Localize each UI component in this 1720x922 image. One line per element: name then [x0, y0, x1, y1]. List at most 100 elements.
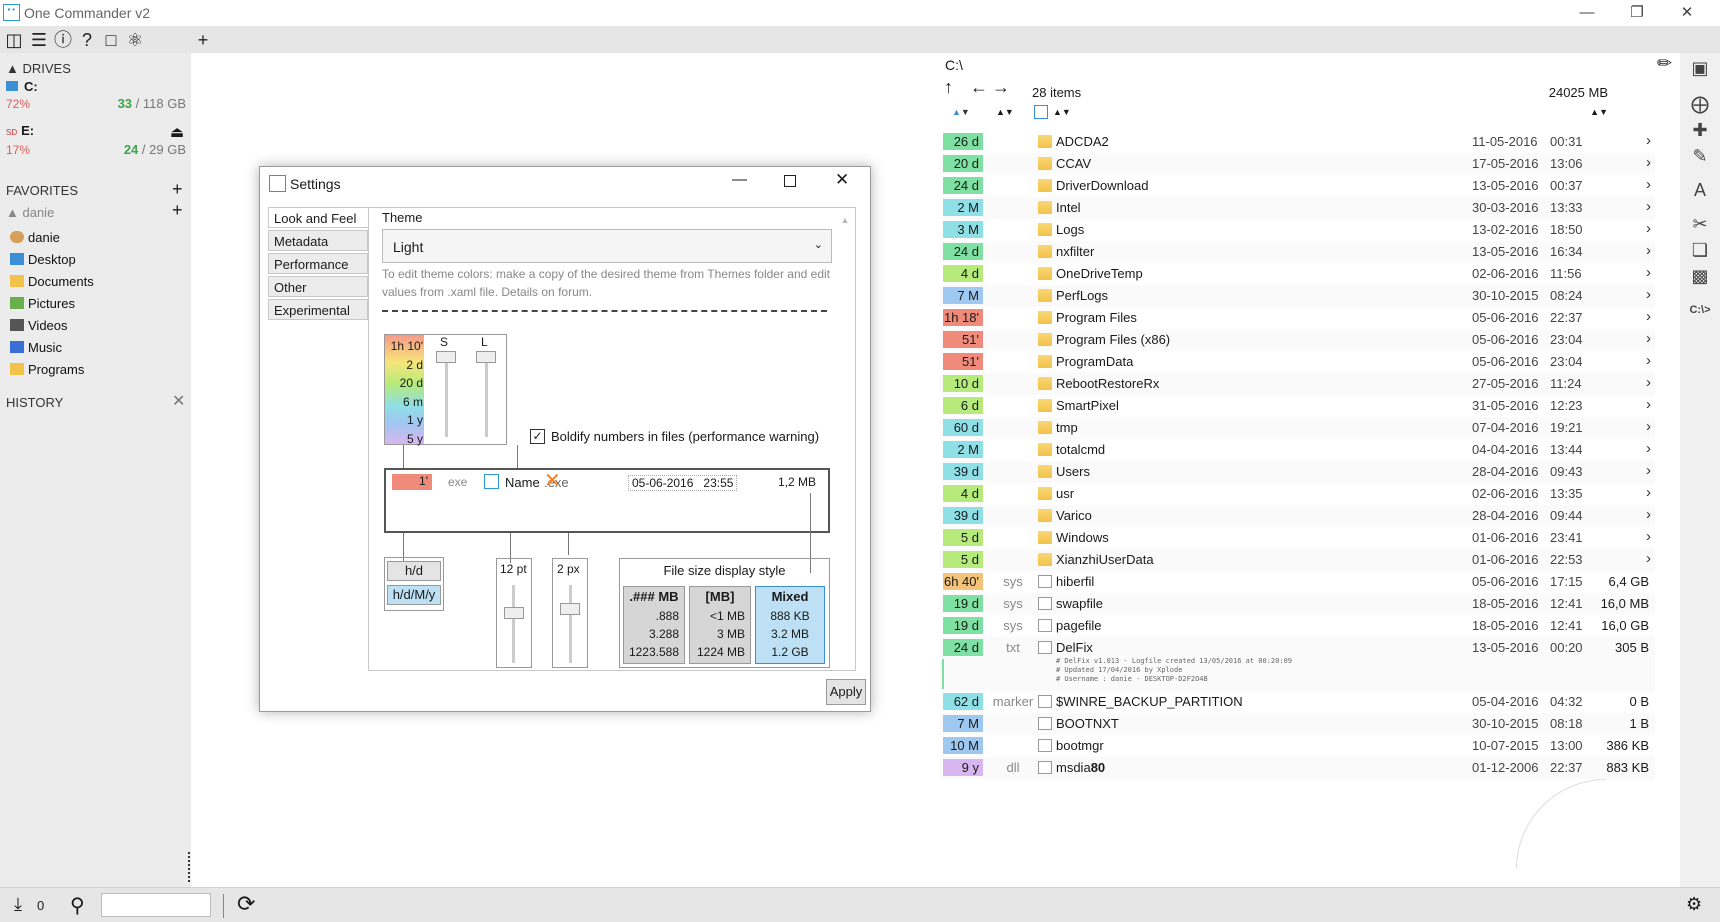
filesize-option-mb[interactable]: [MB] <1 MB 3 MB 1224 MB [689, 586, 751, 664]
chevron-right-icon[interactable]: › [1646, 418, 1651, 435]
sidebar-item-videos[interactable]: Videos [10, 318, 68, 333]
up-icon[interactable]: ↑ [944, 77, 953, 98]
table-row[interactable]: 24 d DriverDownload 13-05-2016 00:37 › [940, 175, 1655, 197]
sort-name-icon[interactable]: ▲▼ [1053, 107, 1071, 117]
chevron-right-icon[interactable]: › [1646, 352, 1651, 369]
chevron-right-icon[interactable]: › [1646, 528, 1651, 545]
chevron-right-icon[interactable]: › [1646, 220, 1651, 237]
table-row[interactable]: 1h 18' Program Files 05-06-2016 22:37 › [940, 307, 1655, 329]
sidebar-resize-handle[interactable] [188, 852, 190, 882]
command-line-icon[interactable]: C:\> [1689, 299, 1711, 321]
hdmy-format-button[interactable]: h/d/M/y [387, 585, 441, 605]
table-row[interactable]: 2 M Intel 30-03-2016 13:33 › [940, 197, 1655, 219]
filesize-option-mixed[interactable]: Mixed 888 KB 3.2 MB 1.2 GB [755, 586, 825, 664]
table-row[interactable]: 26 d ADCDA2 11-05-2016 00:31 › [940, 131, 1655, 153]
table-row[interactable]: 62 d marker $WINRE_BACKUP_PARTITION 05-04-2… [940, 691, 1655, 713]
drive-c[interactable]: C: 72% 33 / 118 GB [6, 79, 186, 119]
sidebar-item-pictures[interactable]: Pictures [10, 296, 75, 311]
filesize-option-decimal[interactable]: .### MB .888 3.288 1223.588 [623, 586, 685, 664]
tab-other[interactable]: Other [268, 276, 368, 297]
path-breadcrumb[interactable]: C:\ [945, 57, 963, 73]
help-icon[interactable]: ? [76, 29, 98, 51]
tab-performance[interactable]: Performance [268, 253, 368, 274]
new-file-icon[interactable]: ✚ [1689, 119, 1711, 141]
table-row[interactable]: 60 d tmp 07-04-2016 19:21 › [940, 417, 1655, 439]
table-row[interactable]: 5 d Windows 01-06-2016 23:41 › [940, 527, 1655, 549]
cut-icon[interactable]: ✂ [1689, 213, 1711, 235]
minimize-button[interactable]: — [1564, 2, 1610, 24]
table-row[interactable]: 2 M totalcmd 04-04-2016 13:44 › [940, 439, 1655, 461]
chevron-right-icon[interactable]: › [1646, 286, 1651, 303]
saturation-slider[interactable] [436, 351, 456, 363]
copy-icon[interactable]: ❏ [1689, 239, 1711, 261]
table-row[interactable]: 6 d SmartPixel 31-05-2016 12:23 › [940, 395, 1655, 417]
boldify-checkbox[interactable]: ✓ [530, 429, 545, 444]
sort-age-icon[interactable]: ▲▼ [952, 107, 970, 117]
padding-slider[interactable] [560, 603, 580, 615]
chat-icon[interactable]: □ [100, 29, 122, 51]
dialog-maximize-button[interactable] [784, 175, 796, 187]
add-tab-icon[interactable]: + [192, 29, 214, 51]
sort-type-icon[interactable] [1034, 105, 1048, 119]
back-icon[interactable]: ← [970, 77, 988, 98]
sidebar-item-programs[interactable]: Programs [10, 362, 84, 377]
settings-gear-icon[interactable]: ⚙ [1686, 894, 1702, 915]
edit-icon[interactable]: ✎ [1689, 145, 1711, 167]
paste-icon[interactable]: ▩ [1689, 265, 1711, 287]
table-row[interactable]: 3 M Logs 13-02-2016 18:50 › [940, 219, 1655, 241]
chevron-right-icon[interactable]: › [1646, 242, 1651, 259]
chevron-right-icon[interactable]: › [1646, 462, 1651, 479]
table-row[interactable]: 5 d XianzhiUserData 01-06-2016 22:53 › [940, 549, 1655, 571]
sidebar-item-music[interactable]: Music [10, 340, 62, 355]
chevron-right-icon[interactable]: › [1646, 330, 1651, 347]
sidebar-item-documents[interactable]: Documents [10, 274, 94, 289]
table-row[interactable]: 10 d RebootRestoreRx 27-05-2016 11:24 › [940, 373, 1655, 395]
chevron-right-icon[interactable]: › [1646, 550, 1651, 567]
eject-icon[interactable]: ⏏ [170, 123, 184, 141]
table-row[interactable]: 9 y dll msdia80 01-12-2006 22:37 883 KB [940, 757, 1655, 779]
chevron-right-icon[interactable]: › [1646, 308, 1651, 325]
table-row[interactable]: 51' Program Files (x86) 05-06-2016 23:04 › [940, 329, 1655, 351]
search-icon[interactable]: ⚲ [70, 893, 85, 918]
table-row[interactable]: 7 M BOOTNXT 30-10-2015 08:18 1 B [940, 713, 1655, 735]
sidebar-item-desktop[interactable]: Desktop [10, 252, 76, 267]
clear-history-icon[interactable]: ✕ [172, 391, 185, 411]
table-row[interactable]: 20 d CCAV 17-05-2016 13:06 › [940, 153, 1655, 175]
info-icon[interactable]: ⓘ [52, 29, 74, 51]
maximize-button[interactable]: ❐ [1614, 2, 1660, 24]
table-row[interactable]: 24 d nxfilter 13-05-2016 16:34 › [940, 241, 1655, 263]
chevron-right-icon[interactable]: › [1646, 440, 1651, 457]
rename-icon[interactable]: A [1689, 179, 1711, 201]
sort-size-icon[interactable]: ▲▼ [1590, 107, 1608, 117]
sliders-icon[interactable]: ☰ [28, 29, 50, 51]
drive-e[interactable]: SD E: ⏏ 17% 24 / 29 GB [6, 123, 186, 163]
search-input[interactable] [101, 893, 211, 917]
chevron-right-icon[interactable]: › [1646, 154, 1651, 171]
sidebar-item-danie[interactable]: danie [10, 230, 60, 245]
chevron-right-icon[interactable]: › [1646, 396, 1651, 413]
add-favorite-icon[interactable]: + [172, 179, 183, 200]
tab-metadata[interactable]: Metadata [268, 230, 368, 251]
pencil-icon[interactable]: ✏ [1657, 53, 1672, 74]
chevron-right-icon[interactable]: › [1646, 264, 1651, 281]
table-row[interactable]: 6h 40' sys hiberfil 05-06-2016 17:15 6,4 GB [940, 571, 1655, 593]
add-group-icon[interactable]: + [172, 200, 183, 221]
sort-ext-icon[interactable]: ▲▼ [996, 107, 1014, 117]
table-row[interactable]: 39 d Users 28-04-2016 09:43 › [940, 461, 1655, 483]
refresh-icon[interactable]: ⟳ [237, 891, 255, 917]
new-folder-icon[interactable]: ⨁ [1689, 93, 1711, 115]
table-row[interactable]: 4 d OneDriveTemp 02-06-2016 11:56 › [940, 263, 1655, 285]
close-button[interactable]: ✕ [1664, 2, 1710, 24]
table-row[interactable]: 4 d usr 02-06-2016 13:35 › [940, 483, 1655, 505]
font-size-slider[interactable] [504, 607, 524, 619]
apply-button[interactable]: Apply [826, 679, 866, 705]
tab-experimental[interactable]: Experimental [268, 299, 368, 320]
chevron-right-icon[interactable]: › [1646, 198, 1651, 215]
tab-look-and-feel[interactable]: Look and Feel [268, 207, 368, 228]
table-row[interactable]: 7 M PerfLogs 30-10-2015 08:24 › [940, 285, 1655, 307]
lightness-slider[interactable] [476, 351, 496, 363]
download-icon[interactable]: ⤓ [14, 894, 22, 915]
table-row[interactable]: 24 d txt DelFix 13-05-2016 00:20 305 B # DelFi… [940, 637, 1655, 691]
dialog-minimize-button[interactable]: — [732, 171, 747, 188]
chevron-right-icon[interactable]: › [1646, 506, 1651, 523]
